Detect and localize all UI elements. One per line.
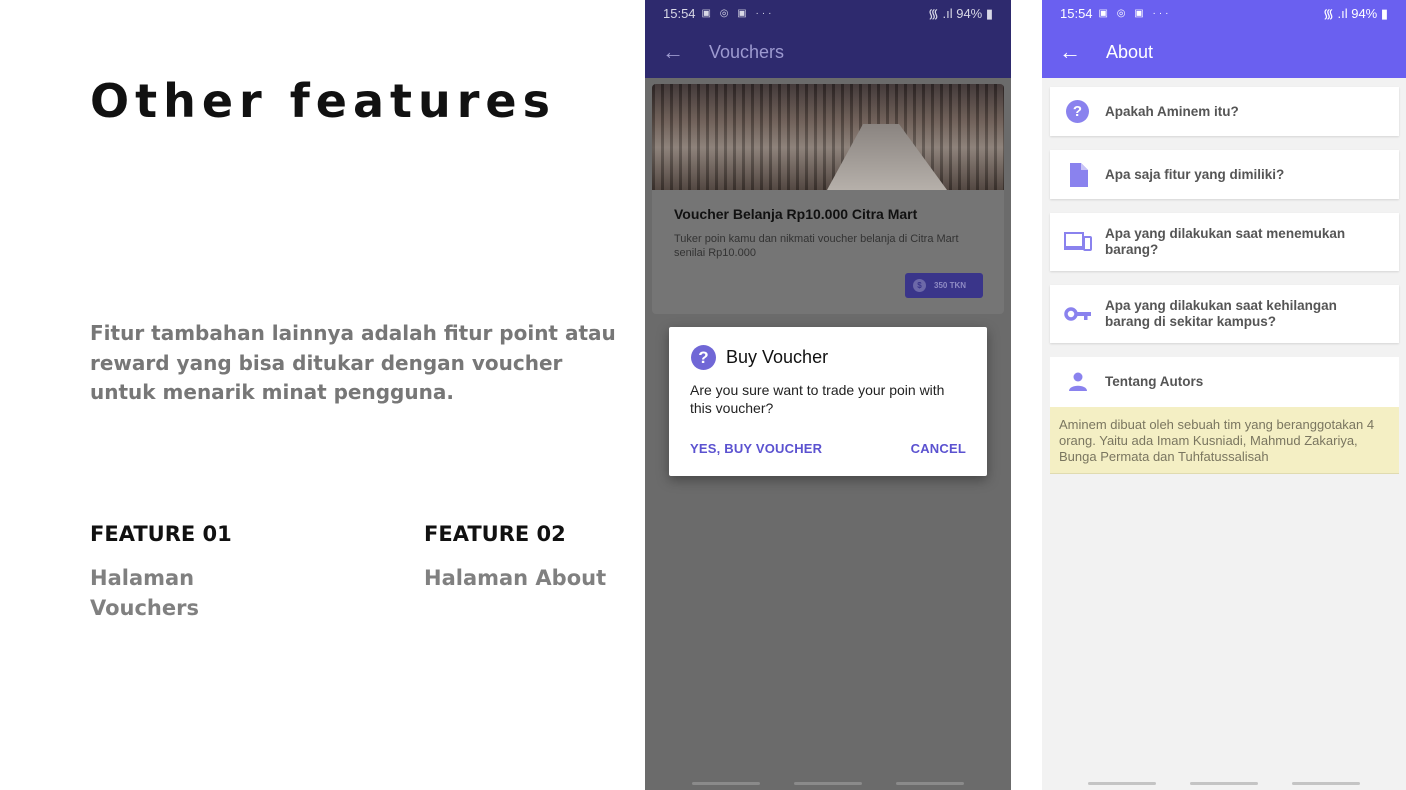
nav-pill[interactable]	[794, 781, 862, 785]
gesture-nav-bar	[1042, 776, 1406, 790]
app-bar: ← Vouchers	[645, 26, 1011, 78]
token-price-button[interactable]: $ 350 TKN	[905, 273, 983, 298]
about-item-label: Apa saja fitur yang dimiliki?	[1105, 166, 1285, 182]
app-title: About	[1106, 41, 1154, 62]
about-item-label: Apa yang dilakukan saat menemukan barang…	[1105, 226, 1346, 257]
feature-02-label: FEATURE 02	[424, 522, 566, 546]
question-icon: ?	[1050, 100, 1105, 123]
nav-pill[interactable]	[1088, 781, 1156, 785]
status-time: 15:54	[1060, 5, 1093, 21]
about-item-label: Apakah Aminem itu?	[1105, 103, 1239, 119]
about-item-found-item[interactable]: Apa yang dilakukan saat menemukan barang…	[1050, 213, 1399, 271]
status-bar: 15:54 ▣ ◎ ▣ ··· ᯾ .ıl 94% ▮	[645, 0, 1011, 26]
voucher-title: Voucher Belanja Rp10.000 Citra Mart	[674, 206, 918, 222]
voucher-card[interactable]: Voucher Belanja Rp10.000 Citra Mart Tuke…	[652, 84, 1004, 314]
about-screenshot: 15:54 ▣ ◎ ▣ ··· ᯾ .ıl 94% ▮ ← About ? Ap…	[1042, 0, 1406, 790]
document-icon	[1050, 162, 1105, 187]
status-bar: 15:54 ▣ ◎ ▣ ··· ᯾ .ıl 94% ▮	[1042, 0, 1406, 26]
confirm-buy-button[interactable]: YES, BUY VOUCHER	[690, 441, 822, 456]
about-item-label: Apa yang dilakukan saat kehilangan baran…	[1105, 298, 1337, 329]
about-item-features[interactable]: Apa saja fitur yang dimiliki?	[1050, 150, 1399, 199]
battery-status: ᯾ .ıl 94% ▮	[1322, 6, 1388, 21]
nav-pill[interactable]	[896, 781, 964, 785]
vouchers-screenshot: 15:54 ▣ ◎ ▣ ··· ᯾ .ıl 94% ▮ ← Vouchers V…	[645, 0, 1011, 790]
voucher-description: Tuker poin kamu dan nikmati voucher bela…	[674, 233, 959, 259]
about-item-lost-item[interactable]: Apa yang dilakukan saat kehilangan baran…	[1050, 285, 1399, 343]
app-bar: ← About	[1042, 26, 1406, 78]
devices-icon	[1050, 231, 1105, 253]
about-item-what-is[interactable]: ? Apakah Aminem itu?	[1050, 87, 1399, 136]
arrow-left-icon[interactable]: ←	[645, 26, 701, 78]
nav-pill[interactable]	[1190, 781, 1258, 785]
notification-icons: ▣ ◎ ▣ ···	[701, 7, 775, 19]
notification-icons: ▣ ◎ ▣ ···	[1098, 7, 1172, 19]
feature-02-value: Halaman About	[424, 566, 607, 590]
nav-pill[interactable]	[692, 781, 760, 785]
dialog-message: Are you sure want to trade your poin wit…	[690, 382, 945, 416]
about-item-authors[interactable]: Tentang Autors	[1050, 357, 1399, 407]
app-title: Vouchers	[709, 41, 785, 62]
key-icon	[1050, 306, 1105, 322]
feature-01-label: FEATURE 01	[90, 522, 232, 546]
about-item-label: Tentang Autors	[1105, 374, 1204, 389]
voucher-image	[652, 84, 1004, 190]
cancel-button[interactable]: CANCEL	[911, 441, 966, 456]
buy-voucher-dialog: ? Buy Voucher Are you sure want to trade…	[669, 327, 987, 476]
status-time: 15:54	[663, 5, 696, 21]
author-note: Aminem dibuat oleh sebuah tim yang beran…	[1050, 407, 1399, 474]
slide-title: Other features	[90, 74, 556, 128]
battery-status: ᯾ .ıl 94% ▮	[927, 6, 993, 21]
feature-01-value: Halaman Vouchers	[90, 566, 199, 620]
question-icon: ?	[691, 345, 716, 370]
token-price: 350 TKN	[934, 281, 967, 290]
coin-icon: $	[913, 279, 926, 292]
nav-pill[interactable]	[1292, 781, 1360, 785]
dialog-title: Buy Voucher	[726, 347, 829, 367]
arrow-left-icon[interactable]: ←	[1042, 26, 1098, 78]
slide-description: Fitur tambahan lainnya adalah fitur poin…	[90, 321, 616, 404]
person-icon	[1050, 372, 1105, 392]
gesture-nav-bar	[645, 776, 1011, 790]
